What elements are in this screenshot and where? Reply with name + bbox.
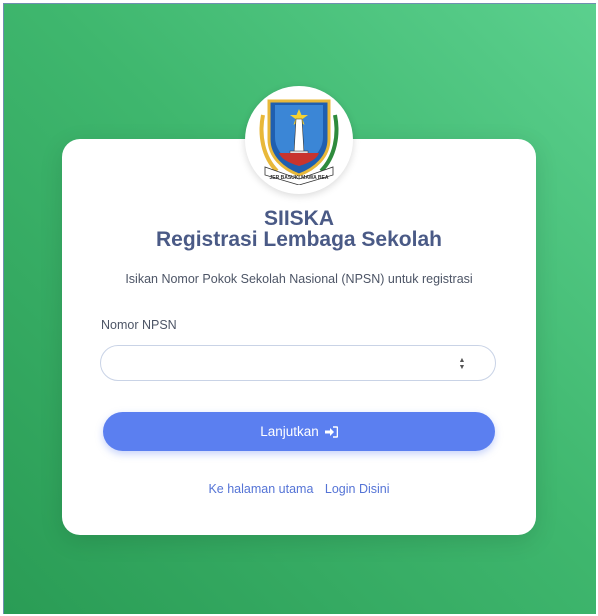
sign-in-icon [324, 425, 338, 438]
footer-links: Ke halaman utama Login Disini [62, 482, 536, 496]
submit-button[interactable]: Lanjutkan [103, 412, 495, 451]
page-title: Registrasi Lembaga Sekolah [156, 228, 442, 251]
home-link[interactable]: Ke halaman utama [208, 482, 313, 496]
number-spinner-icon[interactable]: ▲ ▼ [457, 356, 467, 371]
logo: JER BASUKI MAWA BEA [245, 86, 353, 194]
coat-of-arms-icon: JER BASUKI MAWA BEA [259, 99, 339, 185]
spinner-down-icon[interactable]: ▼ [459, 364, 466, 371]
registration-card [62, 139, 536, 535]
logo-ribbon-text: JER BASUKI MAWA BEA [270, 175, 329, 181]
spinner-up-icon[interactable]: ▲ [459, 357, 466, 364]
npsn-label: Nomor NPSN [101, 318, 177, 332]
login-link[interactable]: Login Disini [325, 482, 390, 496]
npsn-input[interactable]: ▲ ▼ [100, 345, 496, 381]
page-subtitle: Isikan Nomor Pokok Sekolah Nasional (NPS… [125, 272, 473, 286]
submit-button-label: Lanjutkan [260, 424, 319, 439]
